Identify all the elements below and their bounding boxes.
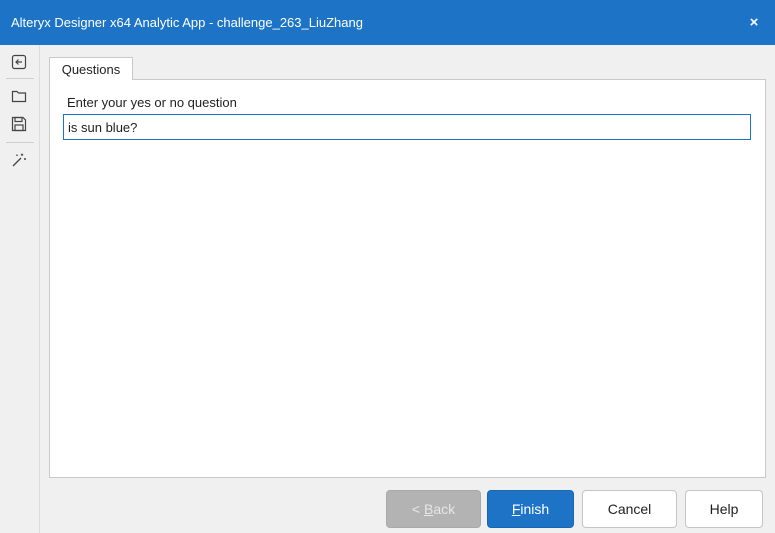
questions-panel: Enter your yes or no question <box>49 79 766 478</box>
finish-accel: F <box>511 501 521 517</box>
help-button[interactable]: Help <box>685 490 763 528</box>
exit-panel-icon <box>11 54 27 70</box>
help-label: Help <box>709 501 739 517</box>
back-prefix: < <box>411 501 424 517</box>
window-title: Alteryx Designer x64 Analytic App - chal… <box>11 15 363 30</box>
magic-wand-icon <box>12 153 26 167</box>
back-accel: B <box>423 501 434 517</box>
back-rest: ack <box>433 501 456 517</box>
cancel-button[interactable]: Cancel <box>582 490 677 528</box>
finish-button[interactable]: Finish <box>487 490 574 528</box>
open-button[interactable] <box>8 85 30 107</box>
sidebar-separator <box>6 142 34 143</box>
cancel-label: Cancel <box>607 501 652 517</box>
close-button[interactable]: × <box>743 11 765 33</box>
tab-questions[interactable]: Questions <box>49 57 133 80</box>
close-icon: × <box>749 13 759 31</box>
sidebar-separator <box>6 78 34 79</box>
back-button[interactable]: < Back <box>386 490 481 528</box>
tab-label: Questions <box>61 61 121 77</box>
question-label: Enter your yes or no question <box>67 95 237 110</box>
title-bar: Alteryx Designer x64 Analytic App - chal… <box>0 0 775 45</box>
question-input[interactable] <box>63 114 751 140</box>
save-button[interactable] <box>8 113 30 135</box>
finish-rest: inish <box>520 501 550 517</box>
exit-panel-button[interactable] <box>8 51 30 73</box>
wand-button[interactable] <box>8 149 30 171</box>
content-area: Questions Enter your yes or no question … <box>40 45 775 533</box>
folder-icon <box>11 90 27 103</box>
save-icon <box>11 116 27 132</box>
sidebar <box>0 45 40 533</box>
